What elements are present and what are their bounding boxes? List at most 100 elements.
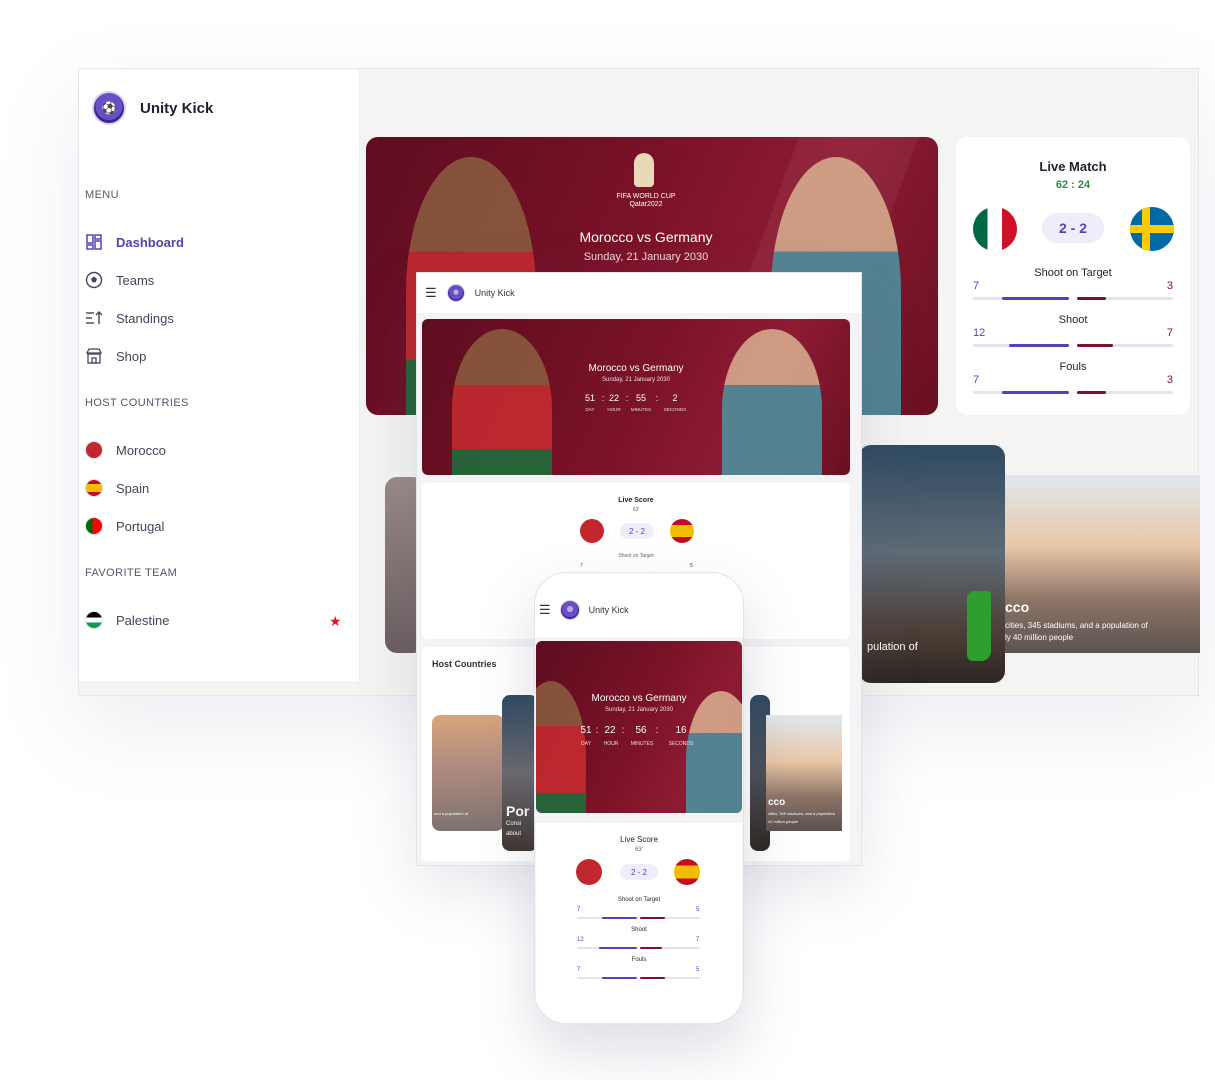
tablet-hero-title: Morocco vs Germany <box>588 363 684 374</box>
stat-left-value: 7 <box>973 280 980 292</box>
countdown-seconds-label: SECONDS <box>668 741 694 747</box>
stat-fill <box>640 947 663 949</box>
soccer-ball-icon <box>85 271 103 289</box>
hamburger-menu-icon[interactable]: ☰ <box>539 602 551 618</box>
favorite-team-title: FAVORITE TEAM <box>85 567 178 579</box>
tablet-stat-left: 7 <box>580 563 583 569</box>
sidebar-item-teams[interactable]: Teams <box>85 271 154 289</box>
countdown-separator: : <box>595 725 599 736</box>
stat-bar-right <box>640 947 700 949</box>
host-countries-title: HOST COUNTRIES <box>85 397 189 409</box>
stat-fill <box>602 917 637 919</box>
tablet-morocco-title: cco <box>768 797 786 808</box>
stat-bar-right <box>640 917 700 919</box>
countdown-separator: : <box>655 393 659 403</box>
tablet-topbar: ☰ Unity Kick <box>417 273 861 313</box>
tablet-live-score-title: Live Score <box>618 497 654 504</box>
world-cup-logo-text: FIFA WORLD CUP Qatar2022 <box>616 193 676 208</box>
tablet-portugal-title: Por <box>506 803 530 819</box>
phone-live-score-title: Live Score <box>620 835 658 844</box>
phone-stat-right: 5 <box>696 967 700 973</box>
sidebar-item-portugal[interactable]: Portugal <box>85 517 164 535</box>
tablet-city-image-spain[interactable]: and a population of <box>432 715 504 831</box>
tablet-city-image-portugal[interactable]: Por Consi about <box>502 695 538 851</box>
countdown-minutes: 55 <box>635 393 646 403</box>
unity-kick-logo-icon <box>559 600 580 620</box>
sidebar-item-spain[interactable]: Spain <box>85 479 149 497</box>
countdown-minutes-label: MINUTES <box>630 407 652 412</box>
portugal-city-image[interactable]: pulation of <box>859 445 1005 683</box>
mexico-flag-icon <box>973 207 1017 251</box>
brand[interactable]: ⚽ Unity Kick <box>92 91 213 125</box>
hero-match-date: Sunday, 21 January 2030 <box>583 251 709 263</box>
sidebar-item-standings[interactable]: Standings <box>85 309 174 327</box>
palestine-flag-icon <box>85 611 103 629</box>
sidebar-item-dashboard[interactable]: Dashboard <box>85 233 184 251</box>
stat-right-value: 3 <box>1166 280 1173 292</box>
tablet-city-image-morocco[interactable]: cco cities, 345 stadiums, and a populati… <box>766 715 842 831</box>
tablet-city-caption: and a population of <box>434 811 469 816</box>
tablet-morocco-text1: cities, 345 stadiums, and a population <box>768 811 835 816</box>
showcase-stage: ⚽ Unity Kick MENU Dashboard Teams Standi… <box>0 0 1215 1080</box>
phone-hero-title: Morocco vs Germany <box>591 693 687 704</box>
spain-flag-icon <box>85 479 103 497</box>
stat-bar-right <box>1077 297 1173 300</box>
stat-bar-left <box>973 391 1069 394</box>
phone-live-score-card[interactable]: Live Score 63' 2 - 2 Shoot on Target 7 5… <box>536 823 742 1023</box>
stat-right-value: 3 <box>1166 374 1173 386</box>
live-match-card[interactable]: Live Match 62 : 24 2 - 2 Shoot on Target… <box>956 137 1190 415</box>
phone-match-hero[interactable]: Morocco vs Germany Sunday, 21 January 20… <box>536 641 742 813</box>
countdown-hour: 22 <box>608 393 619 403</box>
stat-bar-left <box>577 977 637 979</box>
stat-bar-left <box>577 947 637 949</box>
phone-stat-right: 7 <box>696 937 700 943</box>
stat-fill <box>602 977 637 979</box>
countdown-day: 51 <box>580 725 592 736</box>
sidebar-item-palestine[interactable]: Palestine <box>85 611 169 629</box>
phone-score: 2 - 2 <box>620 864 658 880</box>
tablet-portugal-text1: Consi <box>506 821 522 827</box>
player-left-image <box>452 329 552 475</box>
countdown-hour-label: HOUR <box>603 741 619 747</box>
tablet-live-score-time: 63' <box>632 507 640 513</box>
countdown-separator: : <box>621 725 625 736</box>
sidebar-item-label: Teams <box>116 272 155 288</box>
stat-fill <box>640 977 666 979</box>
stat-label: Shoot on Target <box>1034 267 1112 279</box>
unity-kick-logo-icon: ⚽ <box>92 91 126 125</box>
player-right-image <box>722 329 822 475</box>
portugal-caption: pulation of <box>867 641 918 653</box>
brand-name: Unity Kick <box>140 99 214 117</box>
countdown-separator: : <box>655 725 659 736</box>
tablet-match-hero[interactable]: Morocco vs Germany Sunday, 21 January 20… <box>422 319 850 475</box>
sidebar-item-morocco[interactable]: Morocco <box>85 441 166 459</box>
phone-stat-left: 12 <box>577 937 584 943</box>
stat-bar-left <box>973 344 1069 347</box>
phone-stat-label: Shoot <box>631 927 647 933</box>
world-cup-trophy-icon <box>634 153 654 187</box>
stat-bar-left <box>577 917 637 919</box>
countdown-day: 51 <box>584 393 595 403</box>
phone-brand-name: Unity Kick <box>588 605 629 615</box>
stat-right-value: 7 <box>1166 327 1173 339</box>
stat-fill <box>1001 297 1069 300</box>
morocco-city-image[interactable]: cco cities, 345 stadiums, and a populati… <box>1005 475 1200 653</box>
countdown-hour: 22 <box>604 725 616 736</box>
sidebar-item-label: Dashboard <box>116 234 184 250</box>
phone-topbar: ☰ Unity Kick <box>535 573 743 637</box>
stat-label: Fouls <box>1059 361 1087 373</box>
live-match-time: 62 : 24 <box>1055 179 1091 191</box>
stat-bar-right <box>640 977 700 979</box>
favorite-star-icon[interactable]: ★ <box>329 613 342 630</box>
spain-flag-icon <box>670 519 694 543</box>
morocco-caption-line2: ly 40 million people <box>1005 633 1074 642</box>
phone-stat-left: 7 <box>577 967 581 973</box>
sidebar-item-label: Portugal <box>116 518 165 534</box>
hamburger-menu-icon[interactable]: ☰ <box>425 285 437 301</box>
stat-label: Shoot <box>1058 314 1088 326</box>
stat-bar-right <box>1077 344 1173 347</box>
sidebar-item-shop[interactable]: Shop <box>85 347 146 365</box>
tablet-morocco-text2: 40 million people <box>768 819 799 824</box>
countdown-hour-label: HOUR <box>607 407 621 412</box>
countdown-seconds: 16 <box>675 725 687 736</box>
